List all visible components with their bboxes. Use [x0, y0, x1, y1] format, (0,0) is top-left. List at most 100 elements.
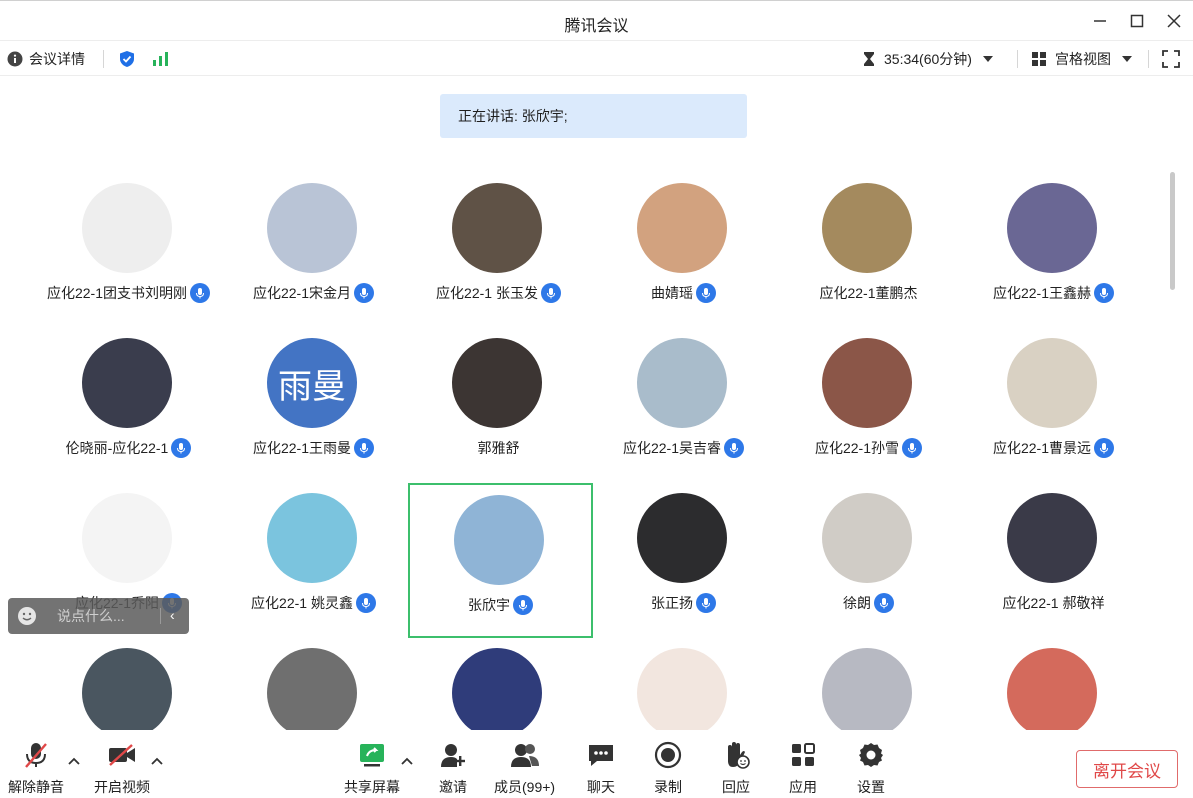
- mic-status-badge: [874, 593, 894, 613]
- mic-icon: [519, 600, 527, 611]
- video-options-chevron-icon[interactable]: [150, 755, 164, 769]
- avatar: [267, 493, 357, 583]
- maximize-icon: [1130, 14, 1144, 28]
- participant-name-row: 应化22-1宋金月: [221, 283, 406, 303]
- bottom-toolbar: 解除静音 开启视频 共享屏幕 邀请 成员(99+) 聊天 录制 回应 应用 设置: [0, 733, 1193, 798]
- avatar: [637, 648, 727, 730]
- participant-tile[interactable]: [36, 625, 221, 730]
- meeting-timer[interactable]: 35:34(60分钟): [862, 41, 994, 77]
- participant-tile[interactable]: 应化22-1吴吉睿: [591, 315, 776, 470]
- avatar: [1007, 183, 1097, 273]
- participant-tile[interactable]: 应化22-1团支书刘明刚: [36, 160, 221, 315]
- mic-icon: [702, 598, 710, 609]
- security-shield[interactable]: [118, 41, 136, 77]
- mic-icon: [908, 443, 917, 454]
- members-button[interactable]: 成员(99+): [494, 741, 555, 797]
- participant-name: 应化22-1 张玉发: [436, 285, 538, 301]
- record-label: 录制: [654, 779, 682, 795]
- record-button[interactable]: 录制: [653, 741, 683, 797]
- avatar: [822, 648, 912, 730]
- mic-icon: [1100, 443, 1109, 454]
- mic-status-badge: [171, 438, 192, 458]
- grid-scrollbar[interactable]: [1170, 172, 1175, 290]
- mic-status-badge: [354, 283, 375, 303]
- participant-tile[interactable]: [961, 625, 1146, 730]
- chat-placeholder: 说点什么...: [57, 608, 125, 624]
- avatar: [267, 648, 357, 730]
- mic-status-badge: [696, 283, 716, 303]
- chevron-down-icon: [982, 56, 993, 62]
- participant-name: 应化22-1吴吉睿: [622, 440, 722, 456]
- start-video-button[interactable]: 开启视频: [94, 741, 150, 797]
- avatar: [637, 183, 727, 273]
- meeting-details-label: 会议详情: [29, 51, 85, 67]
- meeting-details-button[interactable]: 会议详情: [7, 41, 85, 77]
- network-signal[interactable]: [152, 41, 170, 77]
- share-options-chevron-icon[interactable]: [400, 755, 414, 769]
- participant-name: 应化22-1曹景远: [992, 440, 1092, 456]
- avatar: [1007, 648, 1097, 730]
- participant-name-row: 应化22-1 张玉发: [406, 283, 591, 303]
- chat-label: 聊天: [587, 779, 615, 795]
- participant-tile[interactable]: 徐朗: [776, 470, 961, 625]
- participant-tile[interactable]: 应化22-1 张玉发: [406, 160, 591, 315]
- react-button[interactable]: 回应: [721, 741, 751, 797]
- participant-tile[interactable]: [221, 625, 406, 730]
- share-screen-button[interactable]: 共享屏幕: [344, 741, 400, 797]
- participant-name: 伦晓丽-应化22-1: [65, 440, 169, 456]
- participant-tile[interactable]: 雨曼 应化22-1王雨曼: [221, 315, 406, 470]
- participant-tile[interactable]: 伦晓丽-应化22-1: [36, 315, 221, 470]
- collapse-chevron-icon[interactable]: ‹: [170, 607, 175, 623]
- close-button[interactable]: [1162, 9, 1186, 33]
- invite-button[interactable]: 邀请: [438, 741, 468, 797]
- maximize-button[interactable]: [1125, 9, 1149, 33]
- fullscreen-button[interactable]: [1162, 41, 1180, 77]
- emoji-icon[interactable]: [17, 606, 37, 626]
- participant-tile[interactable]: 应化22-1孙雪: [776, 315, 961, 470]
- participant-name: 曲婧瑶: [651, 285, 693, 301]
- participant-tile[interactable]: [406, 625, 591, 730]
- quick-chat-input[interactable]: 说点什么... ‹: [8, 598, 189, 634]
- participant-name-row: 应化22-1孙雪: [776, 438, 961, 458]
- gear-icon: [859, 743, 883, 767]
- settings-label: 设置: [857, 779, 885, 795]
- unmute-button[interactable]: 解除静音: [8, 741, 64, 797]
- participant-name: 应化22-1团支书刘明刚: [46, 285, 188, 301]
- minimize-button[interactable]: [1088, 9, 1112, 33]
- participant-name: 应化22-1王鑫赫: [992, 285, 1092, 301]
- participant-tile[interactable]: 应化22-1王鑫赫: [961, 160, 1146, 315]
- participant-tile[interactable]: 应化22-1宋金月: [221, 160, 406, 315]
- title-bar: 腾讯会议: [0, 0, 1193, 40]
- mic-icon: [360, 443, 369, 454]
- participant-name-row: 张欣宇: [410, 595, 591, 615]
- participant-tile[interactable]: 张欣宇: [408, 483, 593, 638]
- leave-meeting-button[interactable]: 离开会议: [1076, 750, 1178, 788]
- participant-name-row: 张正扬: [591, 593, 776, 613]
- participant-tile[interactable]: 郭雅舒: [406, 315, 591, 470]
- participant-tile[interactable]: 曲婧瑶: [591, 160, 776, 315]
- divider: [160, 608, 161, 624]
- mic-icon: [880, 598, 888, 609]
- participant-tile[interactable]: 应化22-1 郝敬祥: [961, 470, 1146, 625]
- settings-button[interactable]: 设置: [856, 741, 886, 797]
- grid-view-icon: [1032, 52, 1046, 66]
- signal-bars-icon: [153, 52, 168, 66]
- audio-options-chevron-icon[interactable]: [67, 755, 81, 769]
- mic-status-badge: [902, 438, 923, 458]
- apps-button[interactable]: 应用: [788, 741, 818, 797]
- mic-icon: [177, 443, 186, 454]
- meeting-info-bar: 会议详情 35:34(60分钟) 宫格视图: [0, 40, 1193, 76]
- participant-tile[interactable]: 应化22-1董鹏杰: [776, 160, 961, 315]
- camera-off-icon: [109, 744, 135, 766]
- view-mode-dropdown[interactable]: 宫格视图: [1031, 41, 1133, 77]
- mic-status-badge: [190, 283, 211, 303]
- chat-button[interactable]: 聊天: [586, 741, 616, 797]
- participant-tile[interactable]: 应化22-1曹景远: [961, 315, 1146, 470]
- avatar: [82, 338, 172, 428]
- participant-tile[interactable]: [776, 625, 961, 730]
- participant-tile[interactable]: 应化22-1 姚灵鑫: [221, 470, 406, 625]
- participant-tile[interactable]: 张正扬: [591, 470, 776, 625]
- mic-status-badge: [724, 438, 745, 458]
- participant-tile[interactable]: [591, 625, 776, 730]
- avatar: [637, 493, 727, 583]
